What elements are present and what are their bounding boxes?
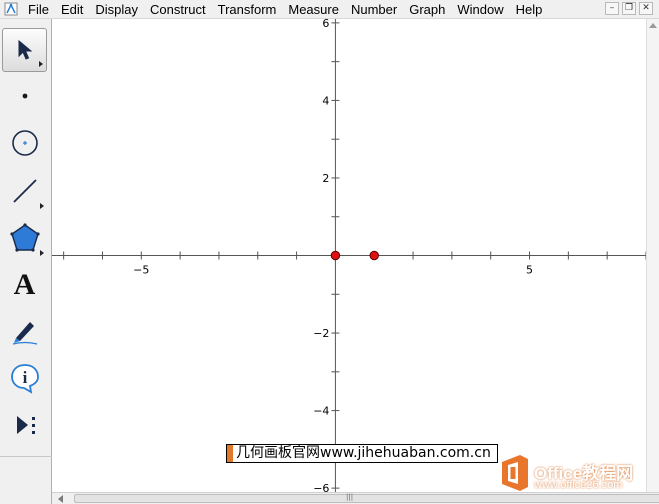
submenu-indicator-icon [40, 203, 44, 209]
menu-help[interactable]: Help [510, 0, 549, 19]
y-tick-label: −4 [313, 405, 329, 418]
graph-point [330, 250, 341, 261]
menu-display[interactable]: Display [89, 0, 144, 19]
close-icon[interactable]: ✕ [639, 2, 653, 15]
vertical-scrollbar[interactable] [646, 19, 659, 492]
menu-graph[interactable]: Graph [403, 0, 451, 19]
custom-tool[interactable] [2, 403, 47, 447]
polygon-tool[interactable] [2, 216, 47, 260]
scroll-left-icon[interactable] [58, 495, 63, 503]
menu-file[interactable]: File [22, 0, 55, 19]
office-logo-icon [502, 455, 528, 491]
text-tool[interactable]: A [2, 263, 47, 307]
sketch-canvas[interactable]: −5 5 6 4 2 −2 −4 −6 [52, 19, 659, 492]
pentagon-icon [9, 223, 40, 252]
x-tick-label: −5 [133, 264, 149, 277]
selection-arrow-tool[interactable] [2, 28, 47, 72]
submenu-indicator-icon [39, 61, 43, 67]
play-more-icon [16, 416, 35, 434]
watermark-mark [227, 445, 233, 462]
text-a-icon: A [13, 268, 36, 301]
menu-number[interactable]: Number [345, 0, 403, 19]
y-tick-label: 6 [322, 19, 329, 30]
circle-icon [11, 130, 38, 156]
x-tick-label: 5 [526, 264, 533, 277]
pen-icon [12, 322, 37, 345]
svg-text:i: i [22, 368, 27, 387]
toolbox-divider [0, 456, 52, 457]
menu-bar: File Edit Display Construct Transform Me… [0, 0, 659, 19]
minimize-icon[interactable]: – [605, 2, 619, 15]
compass-tool[interactable] [2, 121, 47, 165]
menu-measure[interactable]: Measure [282, 0, 345, 19]
scroll-up-icon[interactable] [649, 23, 657, 28]
watermark-banner: 几何画板官网www.jihehuaban.com.cn [226, 444, 498, 463]
point-icon [22, 93, 27, 99]
info-icon: i [10, 364, 39, 394]
watermark-text: 几何画板官网www.jihehuaban.com.cn [236, 445, 491, 461]
toolbox: A i [0, 19, 52, 504]
coordinate-graph: −5 5 6 4 2 −2 −4 −6 [52, 19, 646, 492]
information-tool[interactable]: i [2, 356, 47, 400]
menu-window[interactable]: Window [451, 0, 509, 19]
app-icon[interactable] [4, 2, 18, 16]
menu-construct[interactable]: Construct [144, 0, 212, 19]
menu-transform[interactable]: Transform [212, 0, 283, 19]
office-logo: Office教程网 www.office26.com [498, 449, 659, 497]
segment-icon [12, 179, 37, 203]
scroll-grip-icon: ||| [346, 493, 354, 501]
graph-point [369, 250, 379, 261]
point-tool[interactable] [2, 74, 47, 118]
restore-icon[interactable]: ❐ [622, 2, 636, 15]
office-url: www.office26.com [534, 479, 623, 491]
submenu-indicator-icon [40, 250, 44, 256]
y-tick-label: −6 [313, 482, 329, 492]
y-tick-label: 4 [322, 94, 329, 107]
y-tick-label: 2 [322, 172, 329, 185]
menu-edit[interactable]: Edit [55, 0, 89, 19]
marker-tool[interactable] [2, 309, 47, 353]
straightedge-tool[interactable] [2, 169, 47, 213]
window-controls: – ❐ ✕ [605, 2, 653, 15]
y-tick-label: −2 [313, 327, 329, 340]
arrow-pointer-icon [18, 39, 32, 60]
